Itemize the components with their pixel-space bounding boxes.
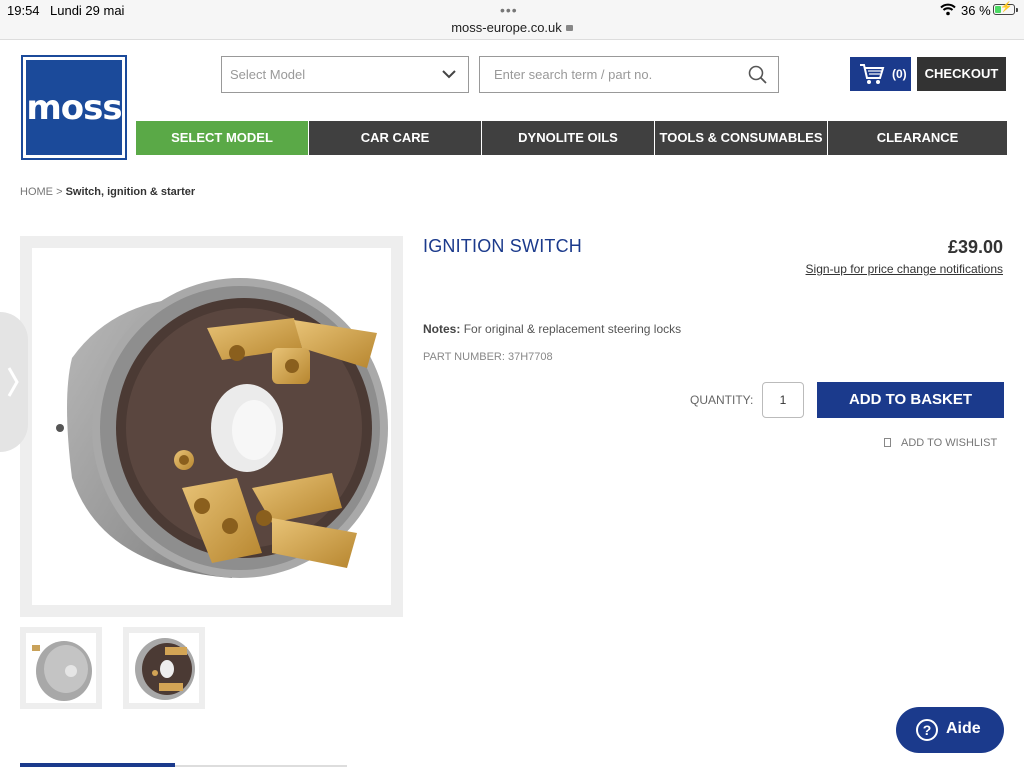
thumbnail-1-image [26, 633, 96, 703]
ignition-switch-image [56, 278, 388, 578]
nav-car-care[interactable]: CAR CARE [309, 121, 481, 155]
search-box[interactable] [479, 56, 779, 93]
wishlist-icon [884, 438, 891, 447]
lock-icon [565, 24, 573, 31]
logo-text: moss [26, 87, 122, 128]
sidebar-handle[interactable] [0, 312, 28, 452]
checkout-button[interactable]: CHECKOUT [917, 57, 1006, 91]
question-icon: ? [916, 719, 938, 741]
thumbnail-1[interactable] [20, 627, 102, 709]
battery-icon: ⚡ [993, 2, 1018, 15]
notes-label: Notes: [423, 322, 461, 336]
thumbnail-2-image [129, 633, 199, 703]
add-to-basket-button[interactable]: ADD TO BASKET [817, 382, 1004, 418]
nav-dynolite-oils[interactable]: DYNOLITE OILS [482, 121, 654, 155]
status-date: Lundi 29 mai [50, 3, 125, 18]
select-model-dropdown[interactable]: Select Model [221, 56, 469, 93]
quantity-input[interactable] [762, 382, 804, 418]
product-title: IGNITION SWITCH [423, 236, 582, 256]
url-text: moss-europe.co.uk [451, 20, 562, 35]
status-bar: 19:54 Lundi 29 mai ••• moss-europe.co.uk… [0, 0, 1024, 40]
moss-logo[interactable]: moss [21, 55, 127, 160]
more-dots-icon[interactable]: ••• [500, 2, 518, 18]
product-notes: Notes: For original & replacement steeri… [423, 322, 681, 336]
logo-block: moss [26, 60, 123, 155]
search-input[interactable] [480, 57, 740, 92]
add-to-wishlist-link[interactable]: ADD TO WISHLIST [884, 437, 997, 449]
help-button[interactable]: ? Aide [896, 707, 1004, 753]
quantity-label: QUANTITY: [690, 393, 754, 407]
select-model-label: Select Model [230, 67, 306, 82]
cart-button[interactable]: (0) [850, 57, 911, 91]
battery-percent: 36 % [961, 3, 991, 18]
chevron-down-icon [442, 70, 456, 79]
charging-bolt-icon: ⚡ [1000, 2, 1013, 13]
cart-count: (0) [892, 67, 907, 81]
chevron-right-icon [7, 367, 19, 397]
product-image[interactable] [32, 248, 391, 605]
notes-text: For original & replacement steering lock… [463, 322, 682, 336]
product-image-frame [20, 236, 403, 617]
status-time: 19:54 [7, 3, 40, 18]
wishlist-label: ADD TO WISHLIST [901, 437, 998, 449]
breadcrumb-home[interactable]: HOME [20, 186, 53, 198]
nav-clearance[interactable]: CLEARANCE [828, 121, 1007, 155]
search-icon[interactable] [748, 65, 768, 85]
breadcrumb: HOME > Switch, ignition & starter [20, 186, 195, 198]
breadcrumb-separator: > [56, 186, 63, 198]
tab-description[interactable] [20, 763, 175, 767]
address-bar[interactable]: moss-europe.co.uk [0, 20, 1024, 35]
product-price: £39.00 [947, 237, 1003, 257]
wifi-icon [940, 3, 956, 16]
help-label: Aide [946, 720, 981, 737]
nav-tools-consumables[interactable]: TOOLS & CONSUMABLES [655, 121, 827, 155]
breadcrumb-current: Switch, ignition & starter [65, 186, 196, 198]
price-notification-link[interactable]: Sign-up for price change notifications [806, 262, 1003, 276]
thumbnail-2[interactable] [123, 627, 205, 709]
nav-select-model[interactable]: SELECT MODEL [136, 121, 308, 155]
shopping-cart-icon [860, 64, 885, 84]
part-number: PART NUMBER: 37H7708 [423, 351, 553, 363]
